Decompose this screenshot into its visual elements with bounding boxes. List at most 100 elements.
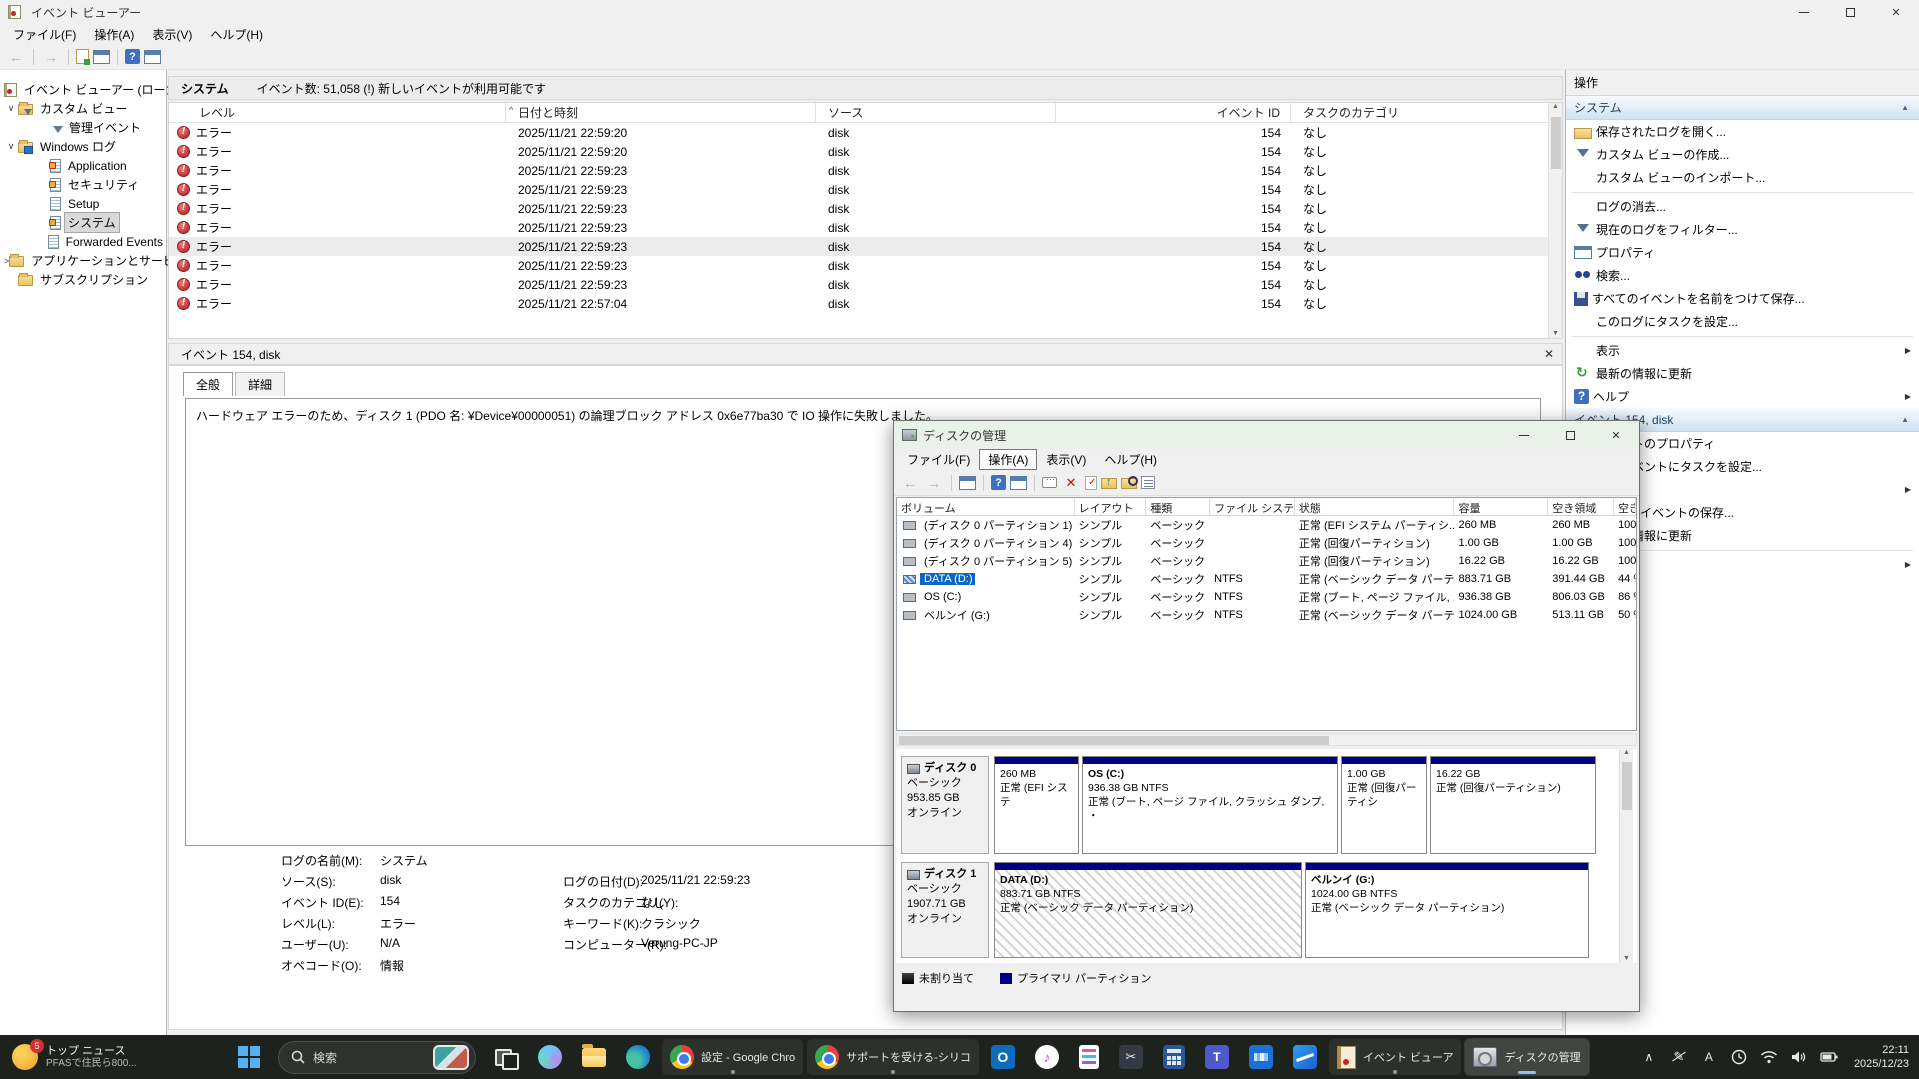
col-capacity[interactable]: 容量 [1454,498,1548,515]
maximize-button[interactable] [1827,0,1873,24]
sidebar-item[interactable]: サブスクリプション [0,270,166,289]
sidebar-item[interactable]: イベント ビューアー (ローカル) [0,80,166,99]
column-header-datetime[interactable]: 日付と時刻 [506,103,816,122]
toolbar-separator[interactable] [951,475,952,491]
volume-icon[interactable] [1790,1047,1808,1067]
scrollbar-thumb[interactable] [899,736,1329,745]
taskbar-clock[interactable]: 22:11 2025/12/23 [1854,1043,1909,1071]
volume-row[interactable]: DATA (D:) シンプル ベーシック NTFS 正常 (ベーシック データ … [897,570,1636,588]
table-row[interactable]: エラー 2025/11/21 22:59:20 disk 154 なし [169,142,1562,161]
tab-general[interactable]: 全般 [183,372,233,396]
table-row[interactable]: エラー 2025/11/21 22:59:23 disk 154 なし [169,275,1562,294]
column-header-level[interactable]: レベル [169,103,506,122]
volume-row[interactable]: (ディスク 0 パーティション 4) シンプル ベーシック 正常 (回復パーティ… [897,534,1636,552]
action-item[interactable]: ログの消去... [1566,195,1919,218]
action-item[interactable]: カスタム ビューのインポート... [1566,166,1919,189]
disk-partition[interactable]: OS (C:) 936.38 GB NTFS 正常 (ブート, ページ ファイル… [1082,756,1338,854]
col-type[interactable]: 種類 [1146,498,1210,515]
horizontal-scrollbar[interactable] [896,733,1637,746]
taskbar-button[interactable] [983,1039,1023,1075]
toolbar-separator[interactable] [68,49,69,65]
sidebar-item[interactable]: システム [0,213,166,232]
disk-1-info[interactable]: ディスク 1 ベーシック 1907.71 GB オンライン [901,862,989,958]
hidden-icons-chevron[interactable]: ∧ [1640,1047,1658,1067]
col-status[interactable]: 状態 [1295,498,1455,515]
taskbar-button[interactable]: イベント ビューア [1329,1039,1462,1075]
table-row[interactable]: エラー 2025/11/21 22:59:23 disk 154 なし [169,256,1562,275]
console-tree-icon[interactable] [959,476,976,490]
taskbar-button[interactable] [1285,1039,1325,1075]
toolbar-separator[interactable] [1034,475,1035,491]
table-row[interactable]: エラー 2025/11/21 22:59:20 disk 154 なし [169,123,1562,142]
taskbar-button[interactable] [1111,1039,1151,1075]
clock-sync-icon[interactable] [1730,1047,1748,1067]
taskbar-button[interactable]: 設定 - Google Chro [662,1039,803,1075]
taskbar-button[interactable] [484,1039,526,1075]
mark-partition-icon[interactable] [1085,476,1097,490]
back-icon[interactable] [900,474,920,492]
ime-mode-indicator[interactable]: A [1700,1047,1718,1067]
sidebar-item[interactable]: セキュリティ [0,175,166,194]
col-filesystem[interactable]: ファイル システム [1210,498,1295,515]
column-header-category[interactable]: タスクのカテゴリ [1291,103,1562,122]
menu-item[interactable]: ファイル(F) [4,24,85,45]
action-item[interactable]: 表示 ▶ [1566,339,1919,362]
disk-management-titlebar[interactable]: ディスクの管理 ✕ [894,421,1639,449]
sidebar-item[interactable]: > アプリケーションとサービス ログ [0,251,166,270]
disk-partition[interactable]: DATA (D:) 883.71 GB NTFS 正常 (ベーシック データ パ… [994,862,1302,958]
taskbar-button[interactable] [1071,1039,1107,1075]
action-pane-icon[interactable] [1010,476,1027,490]
menu-item[interactable]: ファイル(F) [898,449,979,470]
help-icon[interactable] [125,49,140,64]
back-icon[interactable] [6,48,26,66]
toolbar-separator[interactable] [117,49,118,65]
action-item[interactable]: 現在のログをフィルター... [1566,218,1919,241]
search-box[interactable]: 検索 [278,1041,476,1074]
toolbar-separator[interactable] [983,475,984,491]
volume-row[interactable]: ベルンイ (G:) シンプル ベーシック NTFS 正常 (ベーシック データ … [897,606,1636,624]
forward-icon[interactable] [924,474,944,492]
table-row[interactable]: エラー 2025/11/21 22:59:23 disk 154 なし [169,218,1562,237]
delete-volume-icon[interactable] [1061,474,1081,492]
start-button[interactable] [228,1039,270,1075]
action-item[interactable]: カスタム ビューの作成... [1566,143,1919,166]
table-row[interactable]: エラー 2025/11/21 22:59:23 disk 154 なし [169,199,1562,218]
close-icon[interactable]: ✕ [1544,347,1554,361]
event-viewer-titlebar[interactable]: イベント ビューアー ✕ [0,0,1919,24]
minimize-button[interactable] [1781,0,1827,24]
table-row[interactable]: エラー 2025/11/21 22:59:23 disk 154 なし [169,237,1562,256]
menu-item[interactable]: ヘルプ(H) [201,24,272,45]
taskbar-button[interactable] [574,1039,614,1075]
properties-bubble-icon[interactable] [1042,477,1057,488]
taskbar-button[interactable] [1027,1039,1067,1075]
action-item[interactable]: 最新の情報に更新 [1566,362,1919,385]
table-row[interactable]: エラー 2025/11/21 22:59:23 disk 154 なし [169,180,1562,199]
taskbar-button[interactable] [1197,1039,1237,1075]
forward-icon[interactable] [41,48,61,66]
action-pane-icon[interactable] [144,50,161,64]
col-free[interactable]: 空き領域 [1548,498,1614,515]
maximize-button[interactable] [1547,421,1593,449]
col-free-pct[interactable]: 空き [1614,498,1636,515]
action-item[interactable]: ヘルプ ▶ [1566,385,1919,408]
wifi-icon[interactable] [1760,1047,1778,1067]
disk-0-info[interactable]: ディスク 0 ベーシック 953.85 GB オンライン [901,756,989,854]
column-header-source[interactable]: ソース [816,103,1056,122]
menu-item[interactable]: 操作(A) [85,24,143,45]
menu-item[interactable]: 表示(V) [143,24,201,45]
action-item[interactable]: 保存されたログを開く... [1566,120,1919,143]
sidebar-item[interactable]: ∨ カスタム ビュー [0,99,166,118]
col-layout[interactable]: レイアウト [1075,498,1147,515]
battery-icon[interactable] [1820,1047,1838,1067]
disk-partition[interactable]: 16.22 GB 正常 (回復パーティション) [1430,756,1596,854]
extend-volume-icon[interactable] [1141,476,1155,489]
sidebar-item[interactable]: ∨ Windows ログ [0,137,166,156]
action-item[interactable]: このログにタスクを設定... [1566,310,1919,333]
sidebar-item[interactable]: 管理イベント [0,118,166,137]
taskbar-button[interactable] [1241,1039,1281,1075]
table-row[interactable]: エラー 2025/11/21 22:57:04 disk 154 なし [169,294,1562,313]
toolbar-separator[interactable] [33,49,34,65]
event-list-scrollbar[interactable]: ▲▼ [1548,103,1562,338]
close-button[interactable]: ✕ [1873,0,1919,24]
scrollbar-thumb[interactable] [1622,762,1632,810]
